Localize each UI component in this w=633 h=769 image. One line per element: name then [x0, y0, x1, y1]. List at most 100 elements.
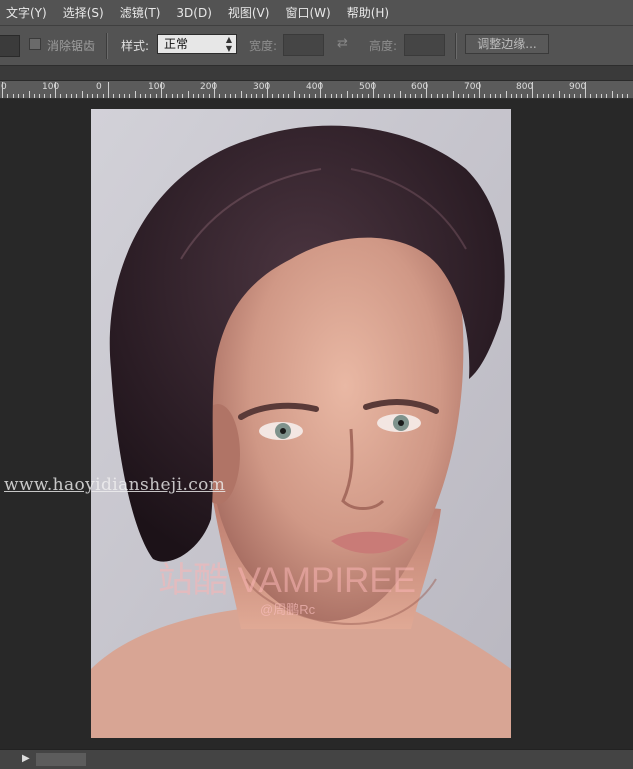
ruler-tick	[415, 94, 416, 98]
ruler-tick	[590, 94, 591, 98]
ruler-tick	[421, 94, 422, 98]
status-info-field[interactable]	[36, 753, 86, 766]
menu-view[interactable]: 视图(V)	[221, 0, 279, 26]
ruler-tick	[246, 94, 247, 98]
ruler-tick	[278, 94, 279, 98]
ruler-tick	[315, 94, 316, 98]
ruler-tick	[500, 94, 501, 98]
ruler-tick	[495, 94, 496, 98]
ruler-tick	[108, 82, 109, 98]
ruler-tick	[219, 94, 220, 98]
style-select[interactable]: 正常 ▲▼	[157, 34, 237, 54]
ruler-tick	[76, 94, 77, 98]
ruler-tick	[103, 94, 104, 98]
ruler-tick	[357, 94, 358, 98]
ruler-tick	[55, 82, 56, 98]
horizontal-ruler[interactable]: 0 100 0 100 200 300 400 500 600 700 800 …	[0, 81, 633, 99]
ruler-tick	[442, 94, 443, 98]
ruler-tick	[352, 94, 353, 98]
ruler-tick	[156, 94, 157, 98]
ruler-tick	[193, 94, 194, 98]
menu-select[interactable]: 选择(S)	[56, 0, 113, 26]
ruler-tick	[124, 94, 125, 98]
ruler-tick	[251, 94, 252, 98]
antialias-checkbox[interactable]	[29, 38, 41, 50]
ruler-tick	[564, 94, 565, 98]
ruler-tick	[145, 94, 146, 98]
ruler-tick	[373, 82, 374, 98]
ruler-tick	[521, 94, 522, 98]
right-pupil	[398, 420, 404, 426]
ruler-tick	[256, 94, 257, 98]
ruler-tick	[511, 94, 512, 98]
ruler-tick	[182, 94, 183, 98]
ruler-tick	[463, 94, 464, 98]
ruler-tick	[7, 94, 8, 98]
ruler-tick	[262, 94, 263, 98]
menu-help[interactable]: 帮助(H)	[340, 0, 398, 26]
ruler-tick	[606, 94, 607, 98]
ruler-tick	[288, 94, 289, 98]
ruler-tick	[135, 91, 136, 98]
ruler-tick	[29, 91, 30, 98]
ruler-tick	[431, 94, 432, 98]
ruler-tick	[426, 82, 427, 98]
ruler-tick	[2, 82, 3, 98]
ruler-tick	[97, 94, 98, 98]
ruler-tick	[161, 82, 162, 98]
ruler-tick	[410, 94, 411, 98]
ruler-tick	[66, 94, 67, 98]
ruler-tick	[585, 82, 586, 98]
menu-3d[interactable]: 3D(D)	[169, 0, 220, 26]
feather-field[interactable]	[0, 35, 20, 57]
ruler-tick	[474, 94, 475, 98]
ruler-label: 0	[96, 82, 102, 92]
ruler-label: 900	[569, 82, 586, 92]
ruler-tick	[468, 94, 469, 98]
style-select-value: 正常	[164, 37, 188, 51]
ruler-tick	[283, 94, 284, 98]
ruler-tick	[569, 94, 570, 98]
height-input[interactable]	[404, 34, 445, 56]
ruler-tick	[341, 94, 342, 98]
ruler-tick	[484, 94, 485, 98]
menu-type[interactable]: 文字(Y)	[0, 0, 56, 26]
ruler-tick	[537, 94, 538, 98]
ruler-tick	[113, 94, 114, 98]
ruler-tick	[559, 91, 560, 98]
ruler-tick	[166, 94, 167, 98]
ruler-label: 800	[516, 82, 533, 92]
swap-icon[interactable]: ⇄	[337, 36, 348, 51]
play-arrow-icon[interactable]: ▶	[22, 753, 30, 764]
refine-edge-button[interactable]: 调整边缘...	[465, 34, 549, 54]
height-label: 高度:	[369, 37, 397, 54]
ruler-tick	[580, 94, 581, 98]
select-updown-icon: ▲▼	[226, 35, 232, 53]
document-tab-strip	[0, 66, 633, 81]
ruler-tick	[362, 94, 363, 98]
canvas-workspace[interactable]: www.haoyidiansheji.com 站酷 VAMPIREE @周鹏Rc	[0, 99, 633, 749]
ruler-tick	[225, 94, 226, 98]
watermark-author: @周鹏Rc	[260, 599, 315, 618]
menu-filter[interactable]: 滤镜(T)	[113, 0, 170, 26]
ruler-tick	[235, 94, 236, 98]
divider	[455, 33, 457, 59]
ruler-tick	[188, 91, 189, 98]
ruler-tick	[527, 94, 528, 98]
width-input[interactable]	[283, 34, 324, 56]
ruler-tick	[368, 94, 369, 98]
left-pupil	[280, 428, 286, 434]
ruler-tick	[331, 94, 332, 98]
ruler-tick	[87, 94, 88, 98]
ruler-tick	[60, 94, 61, 98]
ruler-tick	[347, 91, 348, 98]
ruler-tick	[458, 94, 459, 98]
ruler-tick	[622, 94, 623, 98]
portrait-photo[interactable]	[91, 109, 511, 738]
menu-window[interactable]: 窗口(W)	[278, 0, 339, 26]
ruler-tick	[384, 94, 385, 98]
ruler-tick	[325, 94, 326, 98]
ruler-tick	[230, 94, 231, 98]
ruler-tick	[553, 94, 554, 98]
ruler-tick	[71, 94, 72, 98]
